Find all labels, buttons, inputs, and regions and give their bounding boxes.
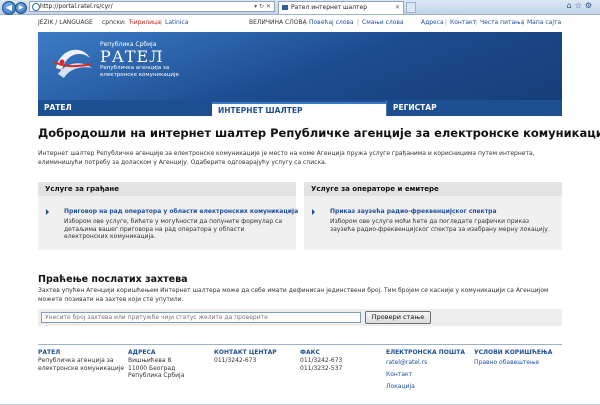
forward-button-icon[interactable]: ▶	[15, 2, 27, 14]
new-tab-button[interactable]	[406, 2, 416, 13]
sitemap-link[interactable]: Мапа сајта	[527, 19, 561, 26]
footer-col-email: ЕЛЕКТРОНСКА ПОШТА ratel@ratel.rs Контакт…	[386, 348, 465, 393]
request-number-input[interactable]	[41, 312, 361, 323]
operator-services-box: Услуге за операторе и емитере Приказ зау…	[304, 182, 562, 250]
lang-latin-link[interactable]: Latinica	[165, 19, 188, 26]
utility-bar: JEZIK / LANGUAGE српски: Ћирилица | Lati…	[38, 17, 562, 28]
logo-text: Република Србија РАТЕЛ Републичка агенци…	[100, 41, 179, 78]
site-footer: РАТЕЛ Републичка агенција за електронске…	[38, 344, 562, 405]
footer-heading: ФАКС	[300, 349, 320, 356]
footer-text: 011/3242-673	[300, 357, 343, 364]
nav-ratel[interactable]: РАТЕЛ	[38, 100, 208, 116]
footer-col-contact-center: КОНТАКТ ЦЕНТАР 011/3242-673	[214, 348, 277, 365]
separator: |	[475, 19, 478, 26]
increase-font-link[interactable]: Повећај слова	[309, 19, 354, 26]
browser-tab[interactable]: Рател интернет шалтер ✕	[278, 1, 404, 14]
address-url: http://portal.ratel.rs/cyr/	[40, 3, 113, 10]
footer-heading: КОНТАКТ ЦЕНТАР	[214, 349, 277, 356]
footer-text: Република Србија	[128, 372, 185, 379]
page-title: Добродошли на интернет шалтер Републичке…	[38, 126, 600, 140]
language-label: JEZIK / LANGUAGE	[38, 19, 93, 26]
operator-services-title: Услуге за операторе и емитере	[304, 182, 562, 196]
spectrum-service-link[interactable]: Приказ заузећа радио-фреквенцијског спек…	[330, 208, 497, 215]
citizen-services-title: Услуге за грађане	[38, 182, 296, 196]
arrow-right-icon	[46, 209, 49, 215]
logo-sub1: Републичка агенција за	[100, 65, 170, 71]
footer-contact-link[interactable]: Контакт	[386, 369, 465, 381]
window-controls-icons[interactable]: ⌂☆⚙	[567, 1, 595, 10]
contact-link[interactable]: Контакт	[450, 19, 476, 26]
separator: |	[304, 19, 307, 26]
footer-heading: АДРЕСА	[128, 349, 156, 356]
tracking-desc: Захтев упућен Агенцији коришћењем Интерн…	[38, 287, 549, 303]
site-header: Република Србија РАТЕЛ Републичка агенци…	[38, 32, 562, 100]
font-size-label: ВЕЛИЧИНА СЛОВА	[249, 19, 307, 26]
footer-text: Вишњићева 8	[128, 357, 172, 364]
arrow-right-icon	[312, 209, 315, 215]
faq-link[interactable]: Честа питања	[480, 19, 524, 26]
refresh-stop-icons[interactable]: ▾ ↻ ✕	[254, 2, 271, 11]
footer-text: Републичка агенција за	[38, 357, 114, 364]
complaint-service-link[interactable]: Приговор на рад оператора у области елек…	[64, 208, 298, 215]
main-nav: РАТЕЛ ИНТЕРНЕТ ШАЛТЕР РЕГИСТАР	[38, 100, 562, 116]
address-bar[interactable]: http://portal.ratel.rs/cyr/ ▾ ↻ ✕	[29, 1, 275, 12]
footer-col-ratel: РАТЕЛ Републичка агенција за електронске…	[38, 348, 124, 372]
tab-title: Рател интернет шалтер	[291, 4, 368, 11]
address-link[interactable]: Адреса	[421, 19, 444, 26]
browser-window: ◀ ▶ http://portal.ratel.rs/cyr/ ▾ ↻ ✕ Ра…	[0, 0, 600, 404]
footer-text: 011/3232-537	[300, 364, 343, 372]
separator: |	[522, 19, 525, 26]
footer-heading: ЕЛЕКТРОНСКА ПОШТА	[386, 349, 466, 356]
lang-cyrillic-link[interactable]: Ћирилица	[129, 17, 161, 28]
logo-name: РАТЕЛ	[100, 47, 164, 66]
footer-email-link[interactable]: ratel@ratel.rs	[386, 357, 465, 369]
tracking-form: Провери стање	[38, 309, 562, 326]
ratel-logo-icon[interactable]	[52, 38, 96, 90]
footer-col-terms: УСЛОВИ КОРИШЋЕЊА Правно обавештење	[474, 348, 552, 369]
footer-location-link[interactable]: Локација	[386, 381, 465, 393]
footer-legal-link[interactable]: Правно обавештење	[474, 357, 552, 369]
footer-col-fax: ФАКС 011/3242-673 011/3232-537	[300, 348, 342, 372]
nav-register[interactable]: РЕГИСТАР	[386, 100, 562, 116]
tab-close-icon[interactable]: ✕	[395, 2, 400, 13]
favicon-icon	[282, 5, 288, 10]
browser-toolbar: ◀ ▶ http://portal.ratel.rs/cyr/ ▾ ↻ ✕ Ра…	[0, 0, 600, 15]
footer-text: 011/3242-673	[214, 357, 257, 364]
footer-heading: РАТЕЛ	[38, 349, 61, 356]
lang-separator: |	[160, 19, 163, 26]
nav-internet-shalter[interactable]: ИНТЕРНЕТ ШАЛТЕР	[212, 102, 386, 116]
intro-text: Интернет шалтер Републичке агенције за е…	[38, 150, 535, 166]
footer-text: електронске комуникације	[38, 364, 125, 372]
footer-text: 11000 Београд	[128, 364, 176, 372]
spectrum-service-desc: Избором ове услуге моћи ћете да погледат…	[330, 218, 550, 233]
tracking-title: Праћење послатих захтева	[38, 274, 188, 285]
logo-sub2: електронске комуникације	[100, 71, 179, 78]
complaint-service-desc: Избором ове услуге, бићете у могућности …	[64, 218, 283, 240]
check-status-button[interactable]: Провери стање	[365, 311, 431, 324]
citizen-services-box: Услуге за грађане Приговор на рад операт…	[38, 182, 298, 250]
lang-serbian-label: српски:	[102, 19, 126, 26]
footer-col-address: АДРЕСА Вишњићева 8 11000 Београд Републи…	[128, 348, 184, 380]
separator: |	[445, 19, 448, 26]
separator: |	[357, 19, 360, 26]
ie-icon	[32, 3, 40, 11]
decrease-font-link[interactable]: Смањи слова	[362, 19, 404, 26]
footer-heading: УСЛОВИ КОРИШЋЕЊА	[474, 349, 553, 356]
back-button-icon[interactable]: ◀	[2, 1, 16, 15]
